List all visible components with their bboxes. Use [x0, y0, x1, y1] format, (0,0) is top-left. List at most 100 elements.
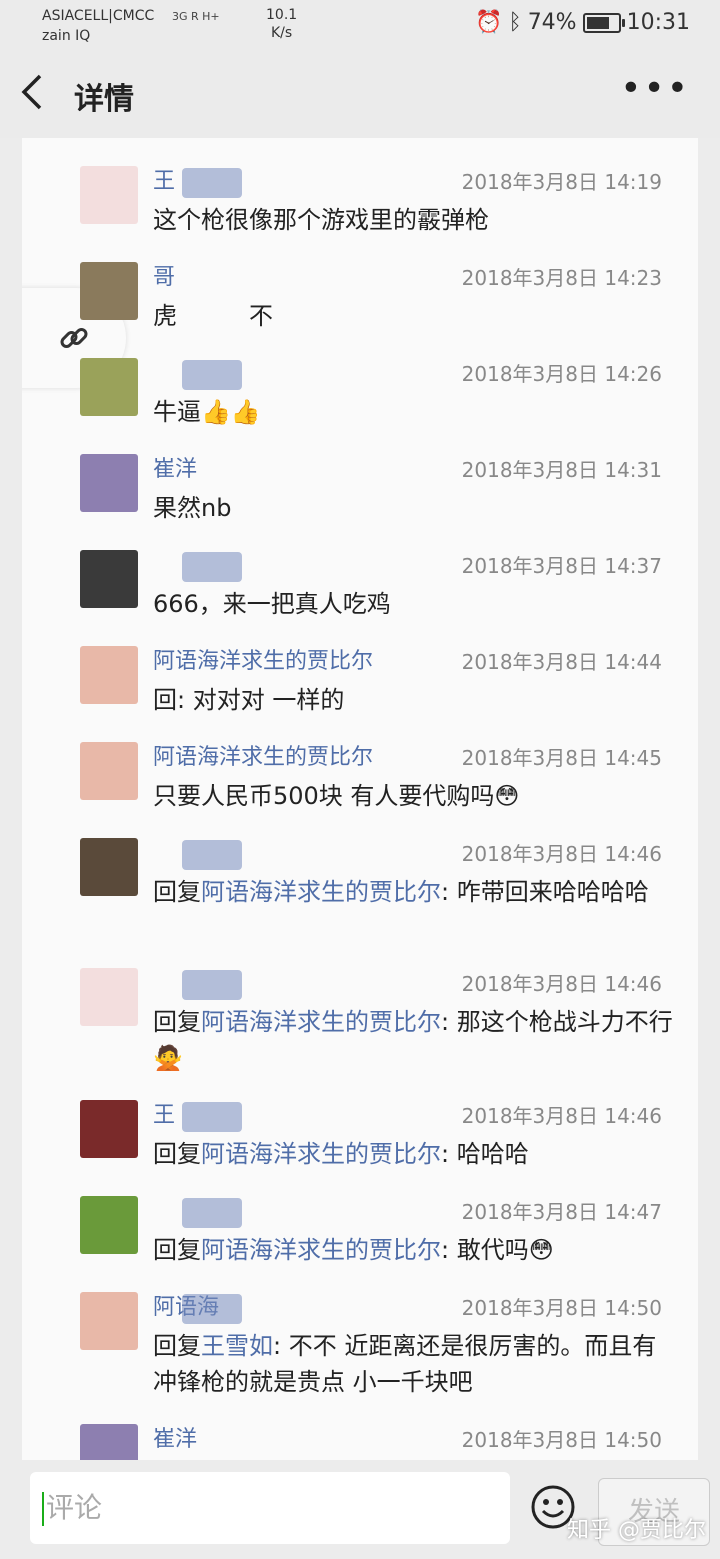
comment-time: 2018年3月8日 14:50 [461, 1296, 662, 1320]
carrier: ASIACELL|CMCC zain IQ [42, 6, 154, 46]
redaction-mark [182, 1102, 242, 1132]
reply-prefix: 回复 [153, 1332, 201, 1360]
avatar[interactable] [80, 1100, 138, 1158]
comment-placeholder: 评论 [46, 1491, 103, 1524]
comment-author[interactable]: 崔洋 [153, 1424, 197, 1456]
bluetooth-icon: ᛒ [508, 10, 522, 35]
network-type: 3G R H+ [172, 10, 220, 23]
comment-text: 牛逼👍👍 [153, 394, 673, 430]
comment-author[interactable]: 哥 [153, 262, 175, 294]
comment-time: 2018年3月8日 14:46 [461, 842, 662, 866]
status-bar: ASIACELL|CMCC zain IQ 3G R H+ 10.1 K/s ⏰… [0, 0, 720, 54]
comment-text: 回复王雪如: 不不 近距离还是很厉害的。而且有冲锋枪的就是贵点 小一千块吧 [153, 1328, 673, 1400]
redaction-mark [182, 360, 242, 390]
speed-unit: K/s [270, 25, 293, 41]
reply-target[interactable]: 阿语海洋求生的贾比尔 [201, 878, 441, 906]
reply-prefix: 回复 [153, 1236, 201, 1264]
avatar[interactable] [80, 454, 138, 512]
more-button[interactable]: ••• [620, 68, 690, 109]
comment-time: 2018年3月8日 14:47 [461, 1200, 662, 1224]
comment-author[interactable]: 王 [153, 166, 175, 198]
avatar[interactable] [80, 968, 138, 1026]
comment-body: 果然nb [153, 494, 232, 522]
reply-prefix: 回复 [153, 1140, 201, 1168]
comment-time: 2018年3月8日 14:23 [461, 266, 662, 290]
avatar[interactable] [80, 358, 138, 416]
carrier-name-2: zain IQ [42, 28, 91, 44]
avatar[interactable] [80, 1196, 138, 1254]
battery-fill [586, 16, 609, 29]
comment-body: 牛逼👍👍 [153, 398, 261, 426]
carrier-name: ASIACELL|CMCC [42, 8, 155, 24]
comment-body: : 哈哈哈 [441, 1140, 529, 1168]
comment-author[interactable]: 阿语海洋求生的贾比尔 [153, 646, 373, 678]
reply-target[interactable]: 王雪如 [201, 1332, 273, 1360]
reply-prefix: 回复 [153, 878, 201, 906]
comment-author[interactable]: 崔洋 [153, 454, 197, 486]
network-speed: 10.1 K/s [266, 6, 297, 42]
comment-time: 2018年3月8日 14:44 [461, 650, 662, 674]
comment-bar: 评论 发送 知乎 @贾比尔 [0, 1460, 720, 1559]
redaction-mark [182, 840, 242, 870]
reply-prefix: 回复 [153, 1008, 201, 1036]
comment-author[interactable]: 王 [153, 1100, 175, 1132]
comment-text: 回复阿语海洋求生的贾比尔: 敢代吗😳 [153, 1232, 673, 1268]
comment-time: 2018年3月8日 14:26 [461, 362, 662, 386]
avatar[interactable] [80, 550, 138, 608]
comment-author[interactable]: 阿语海洋求生的贾比尔 [153, 742, 373, 774]
clock: 10:31 [626, 10, 690, 35]
avatar[interactable] [80, 262, 138, 320]
comment-time: 2018年3月8日 14:45 [461, 746, 662, 770]
comment-body: : 对对对 一样的 [177, 686, 345, 714]
redaction-mark [182, 168, 242, 198]
battery-percent: 74% [527, 10, 577, 35]
link-icon [60, 328, 88, 348]
comment-body: : 咋带回来哈哈哈哈 [441, 878, 649, 906]
avatar[interactable] [80, 1292, 138, 1350]
back-button[interactable] [18, 72, 48, 121]
comment-time: 2018年3月8日 14:37 [461, 554, 662, 578]
redaction-mark [182, 552, 242, 582]
avatar[interactable] [80, 1424, 138, 1460]
text-caret [42, 1492, 44, 1526]
watermark: 知乎 @贾比尔 [567, 1518, 706, 1543]
reply-target[interactable]: 阿语海洋求生的贾比尔 [201, 1008, 441, 1036]
comment-text: 果然nb [153, 490, 673, 526]
comment-text: 回: 对对对 一样的 [153, 682, 673, 718]
comment-input[interactable]: 评论 [30, 1472, 510, 1544]
redaction-mark [182, 970, 242, 1000]
speed-value: 10.1 [266, 7, 298, 23]
redaction-mark [182, 1294, 242, 1324]
comment-body: 虎 不 [153, 302, 273, 330]
avatar[interactable] [80, 166, 138, 224]
comment-body: 只要人民币500块 有人要代购吗😳 [153, 782, 520, 810]
header: 详情 ••• [0, 54, 720, 138]
comment-time: 2018年3月8日 14:50 [461, 1428, 662, 1452]
comment-time: 2018年3月8日 14:31 [461, 458, 662, 482]
comment-body: 这个枪很像那个游戏里的霰弹枪 [153, 206, 489, 234]
avatar[interactable] [80, 838, 138, 896]
comment-body: 666，来一把真人吃鸡 [153, 590, 391, 618]
chevron-left-icon [21, 74, 42, 110]
avatar[interactable] [80, 742, 138, 800]
comment-time: 2018年3月8日 14:46 [461, 1104, 662, 1128]
alarm-icon: ⏰ [475, 10, 503, 35]
comment-text: 666，来一把真人吃鸡 [153, 586, 673, 622]
reply-target[interactable]: 阿语海洋求生的贾比尔 [201, 1236, 441, 1264]
comment-text: 只要人民币500块 有人要代购吗😳 [153, 778, 673, 814]
reply-target[interactable]: 阿语海洋求生的贾比尔 [201, 1140, 441, 1168]
status-right: ⏰ ᛒ 74% 10:31 [475, 10, 690, 35]
comment-time: 2018年3月8日 14:46 [461, 972, 662, 996]
comment-text: 这个枪很像那个游戏里的霰弹枪 [153, 202, 673, 238]
comment-text: 回复阿语海洋求生的贾比尔: 那这个枪战斗力不行🙅 [153, 1004, 673, 1076]
reply-prefix: 回 [153, 686, 177, 714]
comment-text: 回复阿语海洋求生的贾比尔: 咋带回来哈哈哈哈 [153, 874, 673, 910]
comment-time: 2018年3月8日 14:19 [461, 170, 662, 194]
avatar[interactable] [80, 646, 138, 704]
comment-text: 回复阿语海洋求生的贾比尔: 哈哈哈 [153, 1136, 673, 1172]
page-title: 详情 [74, 82, 134, 117]
comment-list[interactable]: 王 2018年3月8日 14:19 这个枪很像那个游戏里的霰弹枪哥 2018年3月8日… [22, 138, 698, 1460]
redaction-mark [182, 1198, 242, 1228]
comment-text: 虎 不 [153, 298, 673, 334]
battery-icon [582, 12, 625, 33]
